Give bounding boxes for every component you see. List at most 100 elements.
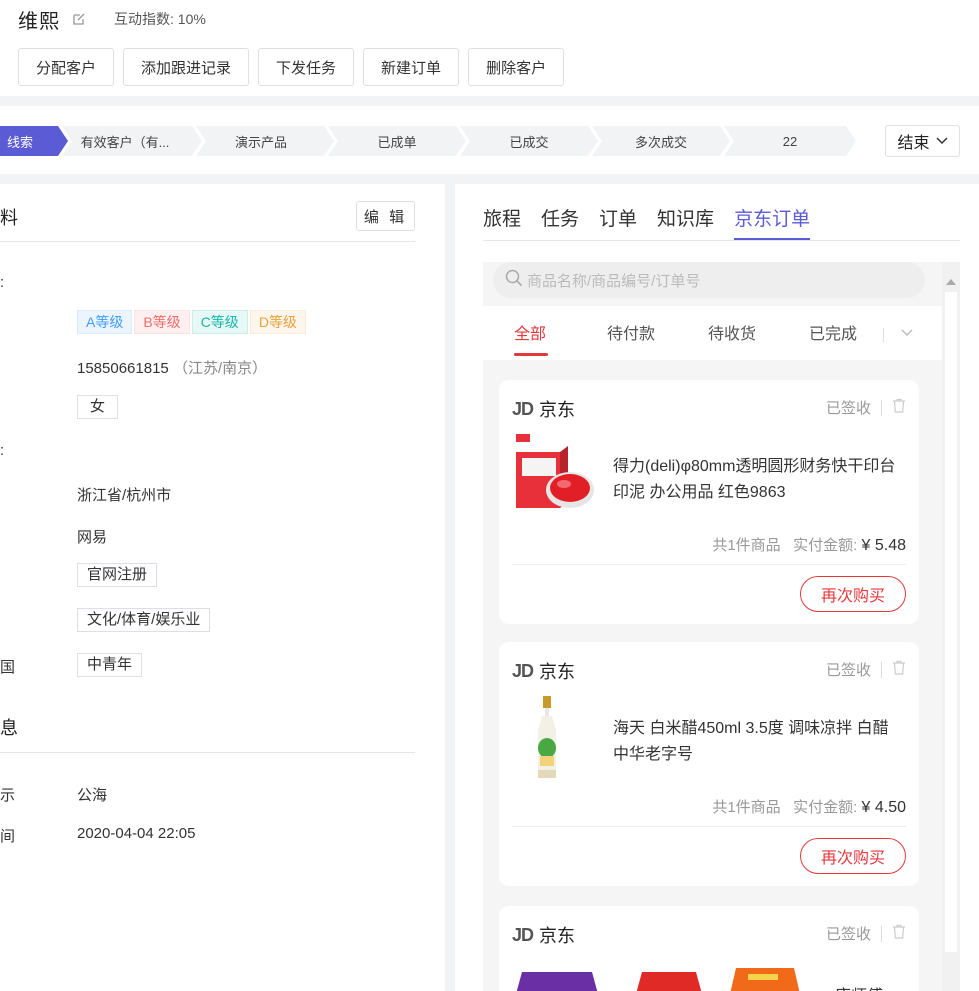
level-tags: A等级 B等级 C等级 D等级 <box>77 310 306 334</box>
tab-jd-orders[interactable]: 京东订单 <box>734 204 811 240</box>
tab-completed[interactable]: 已完成 <box>809 320 857 344</box>
trash-icon[interactable] <box>892 398 906 417</box>
store-header: JD 京东 <box>512 658 575 684</box>
customer-info-panel: 料 编 辑 : A等级 B等级 C等级 D等级 15850661815 （江苏/… <box>0 184 445 991</box>
tabs-divider <box>483 240 960 241</box>
separator <box>881 661 882 678</box>
stage-label: 有效客户（有... <box>80 134 170 150</box>
product-name[interactable]: 海天 白米醋450ml 3.5度 调味凉拌 白醋 中华老字号 <box>613 716 905 768</box>
group-mark: : <box>0 274 5 291</box>
store-name: 京东 <box>539 662 576 682</box>
industry-tag: 文化/体育/娱乐业 <box>77 608 211 632</box>
tab-tasks[interactable]: 任务 <box>541 204 579 240</box>
stage-order-placed[interactable]: 已成单 <box>328 126 466 156</box>
chevron-down-icon <box>935 132 948 150</box>
jd-logo-icon: JD <box>512 398 534 419</box>
delete-customer-button[interactable]: 删除客户 <box>468 48 565 86</box>
scroll-thumb[interactable] <box>945 292 957 952</box>
section-title: 息 <box>0 718 18 738</box>
tab-pending-receipt[interactable]: 待收货 <box>708 320 756 344</box>
tab-orders[interactable]: 订单 <box>599 204 637 240</box>
order-total: 共1件商品 实付金额: ¥ 5.48 <box>712 534 906 555</box>
status-label: 已签收 <box>825 400 871 417</box>
tag-b-level[interactable]: B等级 <box>134 310 190 334</box>
stage-deal-closed[interactable]: 已成交 <box>460 126 598 156</box>
tab-all[interactable]: 全部 <box>514 320 546 344</box>
product-images[interactable] <box>512 964 802 991</box>
action-toolbar: 分配客户 添加跟进记录 下发任务 新建订单 删除客户 <box>18 48 565 86</box>
stage-lead[interactable]: 线索 <box>0 126 68 156</box>
store-header: JD 京东 <box>512 396 575 422</box>
rebuy-button[interactable]: 再次购买 <box>800 576 906 612</box>
stage-repeat-deals[interactable]: 多次成交 <box>592 126 730 156</box>
jd-orders-view: 商品名称/商品编号/订单号 全部 待付款 待收货 已完成 JD 京东 已签收 得… <box>483 262 942 991</box>
product-image[interactable] <box>512 430 598 520</box>
edit-button[interactable]: 编 辑 <box>356 201 415 231</box>
age-row: 中青年 <box>77 653 143 677</box>
stage-valid-customer[interactable]: 有效客户（有... <box>62 126 202 156</box>
trash-icon[interactable] <box>892 924 906 943</box>
end-dropdown[interactable]: 结束 <box>885 125 960 157</box>
item-count: 共1件商品 <box>712 799 781 816</box>
industry-row: 文化/体育/娱乐业 <box>77 608 211 632</box>
stage-label: 线索 <box>6 134 33 150</box>
stage-progress: 线索 有效客户（有... 演示产品 已成单 已成交 多次成交 22 <box>0 126 860 156</box>
gender-row: 女 <box>77 395 119 419</box>
tab-journey[interactable]: 旅程 <box>483 204 521 240</box>
trash-icon[interactable] <box>892 660 906 679</box>
order-status-tabs: 全部 待付款 待收货 已完成 <box>483 306 942 360</box>
separator <box>881 399 882 416</box>
customer-header: 维熙 互动指数: 10% 分配客户 添加跟进记录 下发任务 新建订单 删除客户 <box>0 0 979 96</box>
tag-d-level[interactable]: D等级 <box>249 310 306 334</box>
order-status: 已签收 <box>826 659 906 680</box>
active-tab-indicator <box>514 353 548 356</box>
store-header: JD 京东 <box>512 922 575 948</box>
region-value: 浙江省/杭州市 <box>77 487 172 504</box>
rebuy-button[interactable]: 再次购买 <box>800 838 906 874</box>
activity-panel: 旅程 任务 订单 知识库 京东订单 商品名称/商品编号/订单号 全部 待付款 待… <box>455 184 979 991</box>
title-row: 维熙 互动指数: 10% <box>18 6 206 33</box>
tab-pending-payment[interactable]: 待付款 <box>607 320 655 344</box>
customer-name: 维熙 <box>18 10 60 33</box>
assign-task-button[interactable]: 下发任务 <box>258 48 355 86</box>
section-divider <box>0 752 415 753</box>
new-order-button[interactable]: 新建订单 <box>363 48 460 86</box>
chevron-down-icon[interactable] <box>901 324 913 340</box>
product-name[interactable]: 得力(deli)φ80mm透明圆形财务快干印台印泥 办公用品 红色9863 <box>613 454 905 506</box>
product-name[interactable]: 康师傅… <box>835 982 899 991</box>
paid-amount: ¥ 5.48 <box>861 537 906 554</box>
paid-amount: ¥ 4.50 <box>861 799 906 816</box>
item-count: 共1件商品 <box>712 537 781 554</box>
tab-knowledge-base[interactable]: 知识库 <box>657 204 714 240</box>
search-input[interactable]: 商品名称/商品编号/订单号 <box>493 262 925 298</box>
status-label: 已签收 <box>825 926 871 943</box>
separator <box>883 328 884 342</box>
product-image[interactable] <box>512 692 598 782</box>
store-name: 京东 <box>539 400 576 420</box>
source-row: 官网注册 <box>77 563 158 587</box>
panel-divider <box>445 184 455 991</box>
stage-label: 已成交 <box>509 134 549 150</box>
pool-value: 公海 <box>77 787 108 804</box>
pool-label: 示 <box>0 787 16 804</box>
order-card: JD 京东 已签收 得力(deli)φ80mm透明圆形财务快干印台印泥 办公用品… <box>499 380 919 624</box>
paid-label: 实付金额: <box>793 537 858 554</box>
company-value: 网易 <box>77 529 108 546</box>
edit-icon[interactable] <box>72 12 86 26</box>
divider <box>0 174 979 184</box>
assign-customer-button[interactable]: 分配客户 <box>18 48 115 86</box>
order-status: 已签收 <box>826 397 906 418</box>
time-value: 2020-04-04 22:05 <box>77 825 196 842</box>
tag-c-level[interactable]: C等级 <box>191 310 248 334</box>
card-divider <box>512 826 906 827</box>
scroll-up-icon[interactable] <box>946 272 956 288</box>
tag-a-level[interactable]: A等级 <box>77 310 133 334</box>
search-placeholder: 商品名称/商品编号/订单号 <box>527 272 701 290</box>
stage-demo-product[interactable]: 演示产品 <box>196 126 334 156</box>
add-follow-up-button[interactable]: 添加跟进记录 <box>123 48 250 86</box>
scrollbar[interactable] <box>942 262 960 991</box>
phone-location: （江苏/南京） <box>172 360 268 377</box>
jd-logo-icon: JD <box>512 660 534 681</box>
stage-bar: 线索 有效客户（有... 演示产品 已成单 已成交 多次成交 22 结束 <box>0 106 979 174</box>
stage-22[interactable]: 22 <box>724 126 856 156</box>
